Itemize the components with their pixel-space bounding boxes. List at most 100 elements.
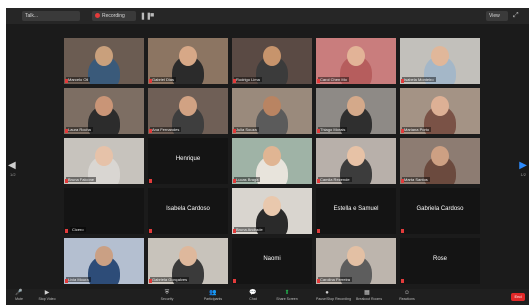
toolbar-button-video-camera[interactable]: ▶ Stop Video — [36, 290, 58, 302]
participant-name-label: Ana Fernandes — [150, 127, 182, 132]
participant-tile[interactable]: Gabriela Gonçalves — [148, 238, 228, 284]
recording-indicator[interactable]: Recording — [92, 11, 136, 21]
microphone-icon: 🎤 — [15, 290, 23, 296]
participant-tile[interactable]: Laura Rocha — [64, 88, 144, 134]
muted-microphone-icon — [233, 229, 236, 233]
muted-microphone-icon — [65, 229, 68, 233]
participant-name-label: Rodrigo Lima — [234, 77, 262, 82]
participant-tile[interactable]: Naomi — [232, 238, 312, 284]
end-meeting-button[interactable]: End — [511, 293, 525, 301]
participant-name-label: Gabriela Gonçalves — [150, 277, 190, 282]
muted-microphone-icon — [401, 229, 404, 233]
participant-tile[interactable]: Henrique — [148, 138, 228, 184]
toolbar-button-security-shield[interactable]: ⛨ Security — [156, 290, 178, 302]
muted-microphone-icon — [65, 129, 68, 133]
toolbar-label: Breakout Rooms — [356, 297, 383, 301]
participant-name-label: Marcelo Oli — [66, 77, 91, 82]
fullscreen-icon[interactable]: ⤢ — [513, 12, 519, 20]
participant-display-name: Naomi — [263, 256, 281, 262]
toolbar-button-share-screen[interactable]: ⬆ Share Screen — [276, 290, 298, 302]
participant-face — [95, 96, 113, 116]
participant-face — [347, 46, 365, 66]
participant-tile[interactable]: Thiago Morais — [316, 88, 396, 134]
view-button[interactable]: View — [486, 11, 508, 21]
participant-tile[interactable]: Mariana Porto — [400, 88, 480, 134]
participant-tile[interactable]: Rodrigo Lima — [232, 38, 312, 84]
toolbar-button-microphone[interactable]: 🎤 Mute — [8, 290, 30, 302]
next-page-arrow-icon[interactable]: ▶ — [519, 160, 527, 171]
participant-name-label: Camila Rezende — [318, 177, 352, 182]
participant-tile[interactable]: Marcelo Oli — [64, 38, 144, 84]
participant-tile[interactable]: Camila Rezende — [316, 138, 396, 184]
participant-name-label: Mariana Porto — [402, 127, 432, 132]
talk-label: Talk... — [25, 13, 39, 19]
participant-tile[interactable]: Gabriel Dias — [148, 38, 228, 84]
talk-button[interactable]: Talk... — [22, 11, 80, 21]
participant-name-label: Cicero — [70, 227, 86, 232]
participant-name-label: Bruna Falcone — [66, 177, 97, 182]
participant-face — [347, 246, 365, 266]
participant-face — [95, 246, 113, 266]
toolbar-button-breakout-rooms[interactable]: ▦ Breakout Rooms — [356, 290, 383, 302]
toolbar-button-chat[interactable]: 💬 Chat — [242, 290, 264, 302]
chat-icon: 💬 — [249, 290, 257, 296]
participant-tile[interactable]: Julia Souza — [232, 88, 312, 134]
recording-dot-icon — [95, 13, 100, 19]
muted-microphone-icon — [65, 279, 68, 283]
stop-icon[interactable]: ■ — [150, 12, 154, 19]
participants-icon: 👥 — [209, 290, 217, 296]
video-camera-icon: ▶ — [44, 290, 50, 296]
participant-tile[interactable]: Marta Santos — [400, 138, 480, 184]
toolbar-button-participants[interactable]: 👥 Participants — [202, 290, 224, 302]
participant-tile[interactable]: Bruna Falcone — [64, 138, 144, 184]
muted-microphone-icon — [233, 129, 236, 133]
participant-tile[interactable]: Ana Fernandes — [148, 88, 228, 134]
participant-tile[interactable]: Carol Chen Mo — [316, 38, 396, 84]
toolbar-label: Chat — [249, 297, 257, 301]
participant-name-label: Isabela Monteiro — [402, 77, 436, 82]
muted-microphone-icon — [149, 79, 152, 83]
participant-face — [179, 96, 197, 116]
muted-microphone-icon — [317, 179, 320, 183]
participant-face — [263, 196, 281, 216]
meeting-toolbar: End 🎤 Mute ▶ Stop Video ⛨ Security 👥 Participan… — [6, 289, 529, 305]
toolbar-label: Share Screen — [276, 297, 298, 301]
participant-tile[interactable]: Livia Moura — [64, 238, 144, 284]
participant-face — [179, 246, 197, 266]
participant-face — [347, 96, 365, 116]
participant-display-name: Isabela Cardoso — [166, 206, 210, 212]
page-indicator-right: 1/2 — [520, 172, 526, 177]
participant-tile[interactable]: Isabela Monteiro — [400, 38, 480, 84]
previous-page-arrow-icon[interactable]: ◀ — [8, 160, 16, 171]
toolbar-button-record[interactable]: ● Pause/Stop Recording — [316, 290, 351, 302]
zoom-meeting-window: Talk... Recording ❚❚ ■ View ⤢ ◀ 1/2 ▶ 1/… — [6, 8, 529, 305]
recording-label: Recording — [102, 13, 125, 19]
participant-name-label: Gabriel Dias — [150, 77, 177, 82]
muted-microphone-icon — [65, 179, 68, 183]
participant-display-name: Estella e Samuel — [333, 206, 379, 212]
participant-name-label: Thiago Morais — [318, 127, 348, 132]
muted-microphone-icon — [149, 179, 152, 183]
muted-microphone-icon — [233, 79, 236, 83]
participant-tile[interactable]: Carolina Ferreira — [316, 238, 396, 284]
participant-name-label: Carol Chen Mo — [318, 77, 349, 82]
security-shield-icon: ⛨ — [164, 290, 170, 296]
participant-tile[interactable]: Bruna Andrade — [232, 188, 312, 234]
participant-tile[interactable]: Isabela Cardoso — [148, 188, 228, 234]
toolbar-button-reactions[interactable]: ☺ Reactions — [396, 290, 418, 302]
record-icon: ● — [325, 290, 329, 296]
participant-tile[interactable]: Cicero — [64, 188, 144, 234]
toolbar-label: Security — [160, 297, 174, 301]
toolbar-label: Mute — [15, 297, 23, 301]
participant-tile[interactable]: Rose — [400, 238, 480, 284]
muted-microphone-icon — [401, 79, 404, 83]
muted-microphone-icon — [233, 179, 236, 183]
muted-microphone-icon — [401, 129, 404, 133]
participant-name-label: Carolina Ferreira — [318, 277, 353, 282]
participant-display-name: Henrique — [175, 156, 201, 162]
participant-tile[interactable]: Lucas Braga — [232, 138, 312, 184]
participant-name-label: Lucas Braga — [234, 177, 261, 182]
participant-face — [179, 46, 197, 66]
participant-tile[interactable]: Gabriela Cardoso — [400, 188, 480, 234]
participant-tile[interactable]: Estella e Samuel — [316, 188, 396, 234]
